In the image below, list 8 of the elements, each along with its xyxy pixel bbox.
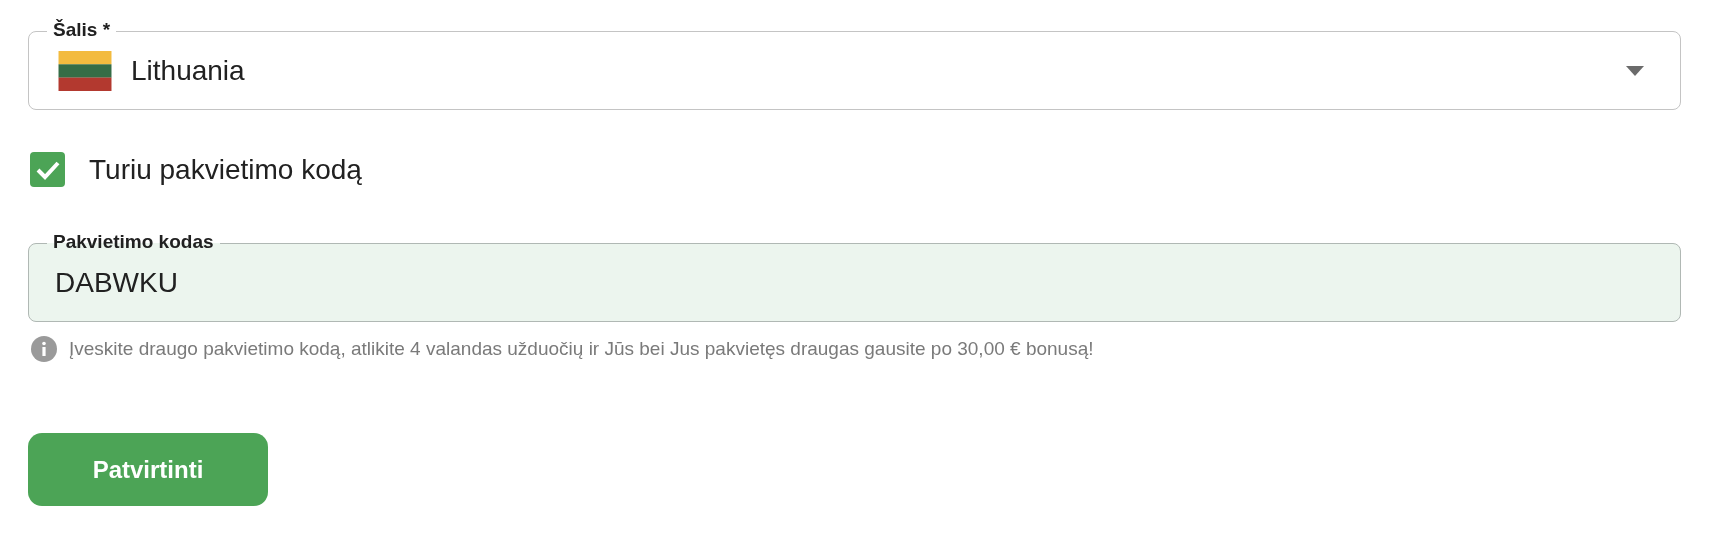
checkbox[interactable]: [30, 152, 65, 187]
helper-text: Įveskite draugo pakvietimo kodą, atlikite 4 valandas užduočių ir Jūs bei Jus pakvietęs draugas gausite po 30,00 € bonusą!: [69, 338, 1094, 360]
checkmark-icon: [35, 159, 60, 180]
info-icon: [31, 336, 57, 362]
flag-icon: [58, 50, 112, 91]
caret-icon: [1626, 65, 1644, 76]
selected-value: Lithuania: [131, 54, 246, 87]
checkbox-label[interactable]: Turiu pakvietimo kodą: [89, 153, 362, 186]
